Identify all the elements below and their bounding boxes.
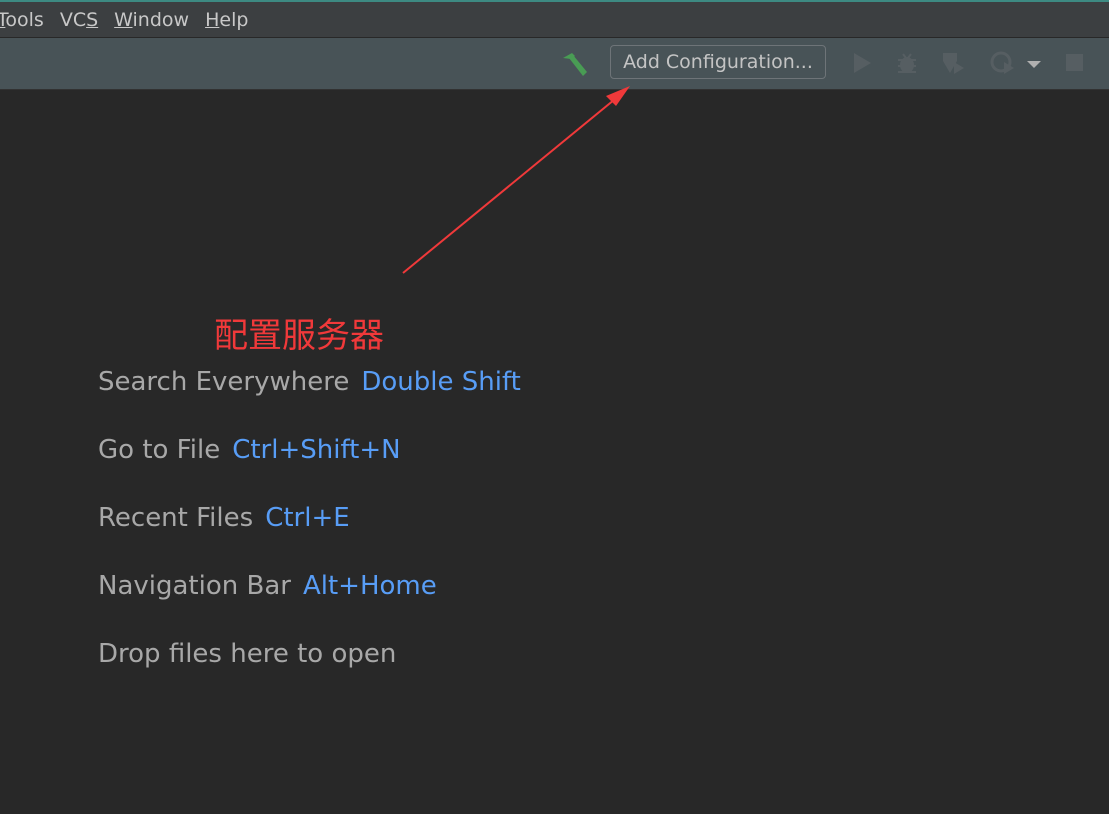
hint-recent-files: Recent Files Ctrl+E bbox=[98, 503, 350, 533]
annotation-arrow bbox=[402, 86, 630, 274]
hint-go-to-file: Go to File Ctrl+Shift+N bbox=[98, 435, 401, 465]
hint-navigation-bar: Navigation Bar Alt+Home bbox=[98, 571, 437, 601]
annotation-text: 配置服务器 bbox=[214, 316, 384, 356]
hint-drop-files: Drop files here to open bbox=[98, 639, 397, 669]
hint-search-everywhere: Search Everywhere Double Shift bbox=[98, 367, 521, 397]
